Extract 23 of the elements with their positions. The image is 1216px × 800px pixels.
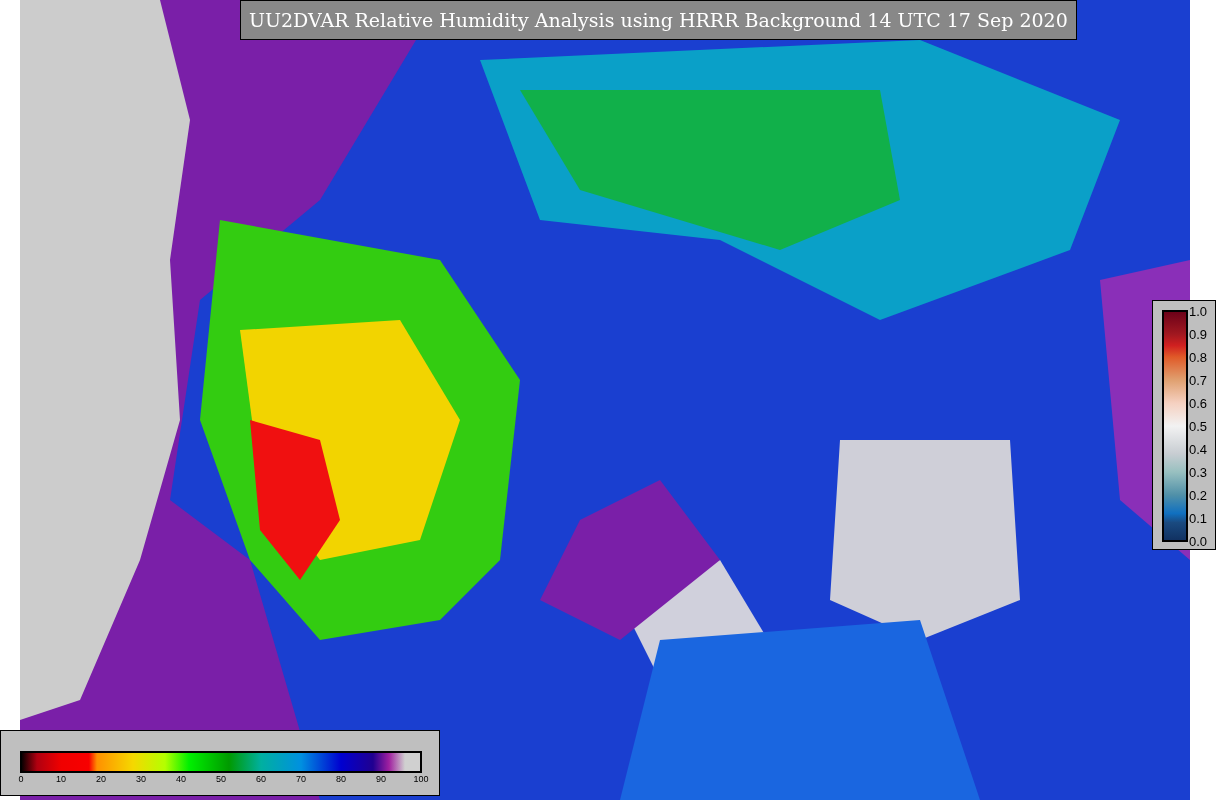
- tick-label: 40: [176, 775, 186, 784]
- tick-label: 0.9: [1189, 327, 1208, 341]
- tick-label: 80: [336, 775, 346, 784]
- tick-label: 0.4: [1189, 442, 1208, 456]
- tick-label: 0.8: [1189, 350, 1208, 364]
- tick-label: 0.5: [1189, 419, 1208, 433]
- tick-label: 0.1: [1189, 511, 1208, 525]
- tick-label: 0.7: [1189, 373, 1208, 387]
- tick-label: 0.2: [1189, 488, 1208, 502]
- tick-label: 0.3: [1189, 465, 1208, 479]
- tick-label: 60: [256, 775, 266, 784]
- tick-label: 20: [96, 775, 106, 784]
- tick-label: 70: [296, 775, 306, 784]
- tick-label: 0.0: [1189, 534, 1208, 548]
- tick-label: 0: [18, 775, 24, 784]
- map-title: UU2DVAR Relative Humidity Analysis using HRRR Background 14 UTC 17 Sep 2020: [240, 0, 1077, 40]
- tick-label: 10: [56, 775, 66, 784]
- tick-label: 90: [376, 775, 386, 784]
- tick-label: 30: [136, 775, 146, 784]
- tick-label: 100: [413, 775, 429, 784]
- tick-label: 1.0: [1189, 304, 1208, 318]
- tick-label: 0.6: [1189, 396, 1208, 410]
- tick-label: 50: [216, 775, 226, 784]
